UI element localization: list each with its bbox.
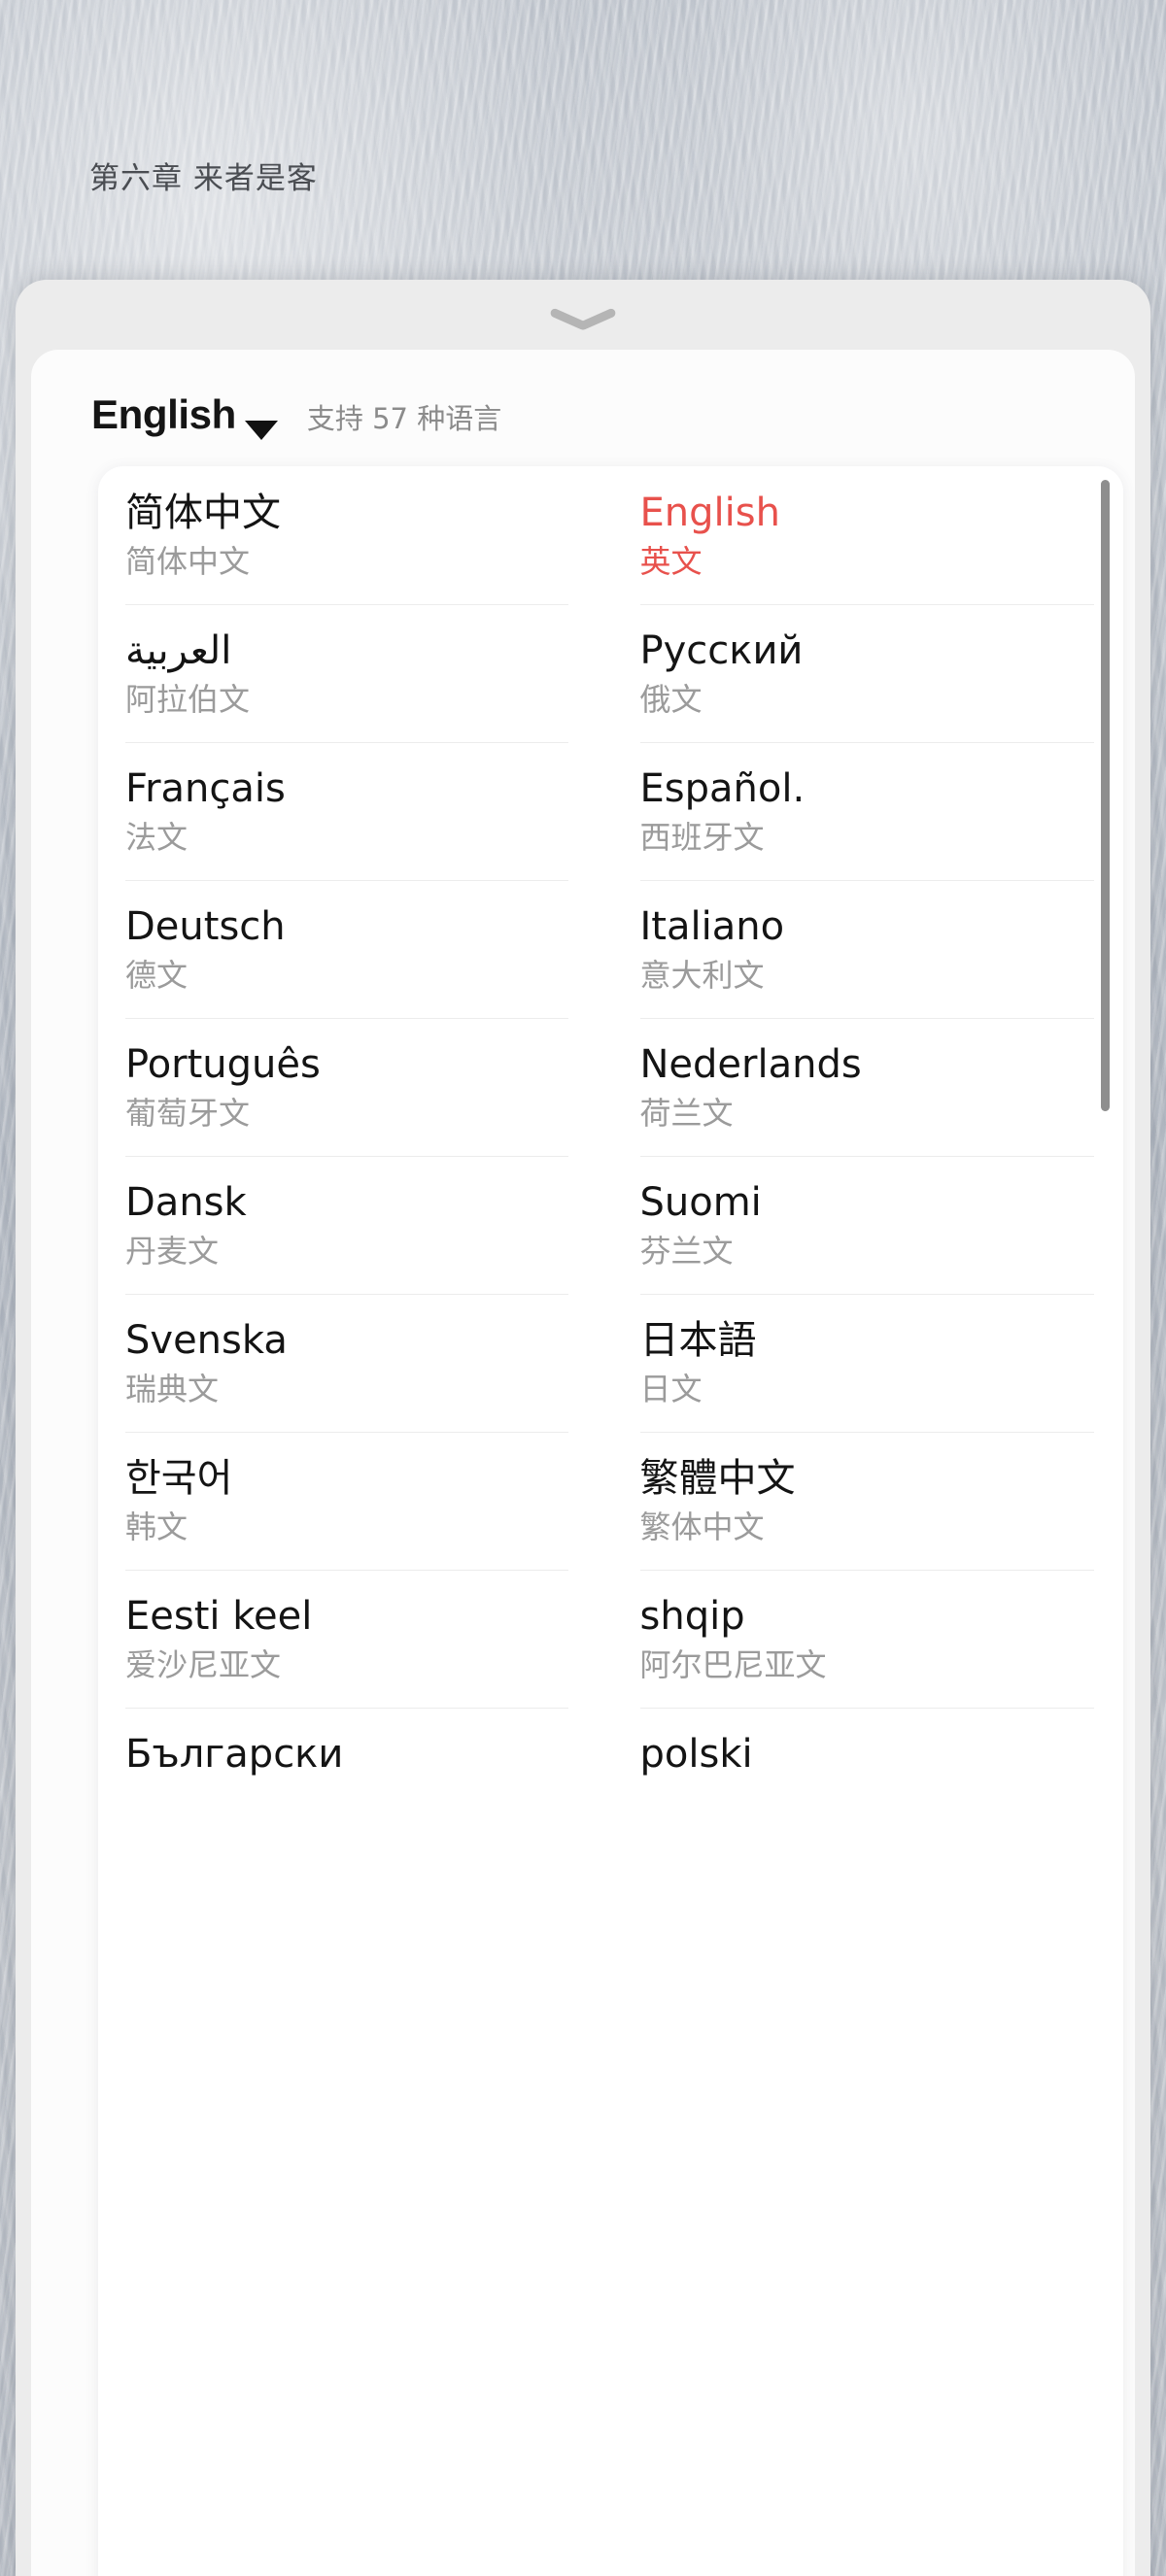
panel-header: English 支持 57 种语言 xyxy=(31,350,1135,458)
language-chinese-name: 西班牙文 xyxy=(639,818,765,856)
language-native-name: Nederlands xyxy=(639,1042,862,1087)
language-item[interactable]: shqip 阿尔巴尼亚文 xyxy=(611,1570,1095,1708)
language-chinese-name: 阿尔巴尼亚文 xyxy=(639,1645,827,1683)
language-native-name: Русский xyxy=(639,628,804,673)
language-chinese-name: 法文 xyxy=(125,818,189,856)
language-chinese-name: 德文 xyxy=(125,956,189,994)
language-native-name: Eesti keel xyxy=(125,1594,313,1639)
language-item[interactable]: Nederlands 荷兰文 xyxy=(611,1018,1095,1156)
language-item[interactable]: 繁體中文 繁体中文 xyxy=(611,1432,1095,1570)
language-native-name: العربية xyxy=(125,628,232,673)
language-list-grid: 简体中文 简体中文 العربية 阿拉伯文 Français 法文 Deutsch 德文 Po… xyxy=(98,466,1123,1846)
language-sheet: English 支持 57 种语言 简体中文 简体中文 العربية 阿拉伯文 Fra… xyxy=(16,280,1150,2576)
language-item[interactable]: العربية 阿拉伯文 xyxy=(98,604,568,742)
language-native-name: Dansk xyxy=(125,1180,247,1225)
language-item[interactable]: Français 法文 xyxy=(98,742,568,880)
chapter-title: 第六章 来者是客 xyxy=(89,161,318,196)
language-native-name: shqip xyxy=(639,1594,745,1639)
language-item[interactable]: Eesti keel 爱沙尼亚文 xyxy=(98,1570,568,1708)
caret-down-icon[interactable] xyxy=(244,421,278,440)
language-item[interactable]: 简体中文 简体中文 xyxy=(98,466,568,604)
language-native-name: Български xyxy=(125,1732,344,1777)
language-native-name: Français xyxy=(125,766,286,811)
language-native-name: 繁體中文 xyxy=(639,1456,796,1501)
language-native-name: 日本語 xyxy=(639,1318,757,1363)
language-native-name: English xyxy=(639,491,780,535)
language-list-scrollbar[interactable] xyxy=(1101,480,1110,2576)
language-chinese-name: 繁体中文 xyxy=(639,1508,765,1545)
language-item[interactable]: Español. 西班牙文 xyxy=(611,742,1095,880)
language-item[interactable]: Suomi 芬兰文 xyxy=(611,1156,1095,1294)
language-item[interactable]: Русский 俄文 xyxy=(611,604,1095,742)
language-chinese-name: 爱沙尼亚文 xyxy=(125,1645,282,1683)
current-language-label[interactable]: English xyxy=(91,394,236,435)
language-chinese-name: 韩文 xyxy=(125,1508,189,1545)
scrollbar-thumb[interactable] xyxy=(1101,480,1110,1111)
language-chinese-name: 俄文 xyxy=(639,680,703,718)
language-column-left: 简体中文 简体中文 العربية 阿拉伯文 Français 法文 Deutsch 德文 Po… xyxy=(98,466,611,1846)
language-chinese-name: 葡萄牙文 xyxy=(125,1094,251,1132)
language-chinese-name: 意大利文 xyxy=(639,956,765,994)
language-item[interactable]: polski xyxy=(611,1708,1095,1846)
supported-languages-count: 支持 57 种语言 xyxy=(306,402,502,435)
language-chinese-name: 荷兰文 xyxy=(639,1094,734,1132)
language-chinese-name: 芬兰文 xyxy=(639,1232,734,1270)
language-native-name: 한국어 xyxy=(125,1456,233,1501)
language-native-name: 简体中文 xyxy=(125,491,281,535)
language-native-name: Italiano xyxy=(639,904,785,949)
language-list-card: 简体中文 简体中文 العربية 阿拉伯文 Français 法文 Deutsch 德文 Po… xyxy=(98,466,1123,2576)
language-item[interactable]: 한국어 韩文 xyxy=(98,1432,568,1570)
language-chinese-name: 简体中文 xyxy=(125,542,251,580)
chevron-down-icon xyxy=(551,302,615,331)
language-item[interactable]: Dansk 丹麦文 xyxy=(98,1156,568,1294)
language-item[interactable]: Português 葡萄牙文 xyxy=(98,1018,568,1156)
language-chinese-name: 英文 xyxy=(639,542,703,580)
language-native-name: Deutsch xyxy=(125,904,286,949)
language-chinese-name: 日文 xyxy=(639,1370,703,1407)
language-native-name: Español. xyxy=(639,766,806,811)
language-panel: English 支持 57 种语言 简体中文 简体中文 العربية 阿拉伯文 Fra… xyxy=(31,350,1135,2576)
language-item[interactable]: Italiano 意大利文 xyxy=(611,880,1095,1018)
language-item[interactable]: 日本語 日文 xyxy=(611,1294,1095,1432)
language-chinese-name: 瑞典文 xyxy=(125,1370,220,1407)
language-native-name: Português xyxy=(125,1042,321,1087)
language-native-name: Svenska xyxy=(125,1318,288,1363)
language-chinese-name: 阿拉伯文 xyxy=(125,680,251,718)
app-root: 第六章 来者是客 English 支持 57 种语言 简体中文 简体中文 العرب… xyxy=(0,0,1166,2576)
language-item[interactable]: Svenska 瑞典文 xyxy=(98,1294,568,1432)
sheet-collapse-handle[interactable] xyxy=(16,280,1150,354)
language-item[interactable]: English 英文 xyxy=(611,466,1095,604)
language-item[interactable]: Deutsch 德文 xyxy=(98,880,568,1018)
language-column-right: English 英文 Русский 俄文 Español. 西班牙文 Italiano 意大… xyxy=(611,466,1124,1846)
language-chinese-name: 丹麦文 xyxy=(125,1232,220,1270)
language-native-name: polski xyxy=(639,1732,753,1777)
language-native-name: Suomi xyxy=(639,1180,762,1225)
language-item[interactable]: Български xyxy=(98,1708,568,1846)
